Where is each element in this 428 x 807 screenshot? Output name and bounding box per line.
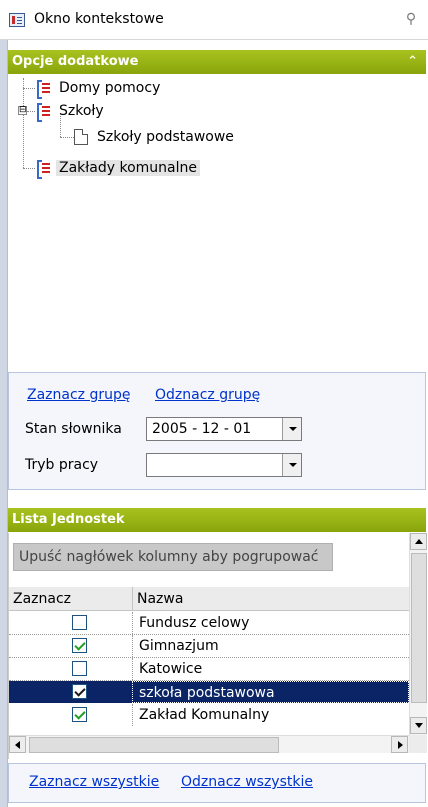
row-checkbox[interactable]: [72, 615, 87, 630]
name-cell[interactable]: Katowice: [132, 658, 409, 680]
list-icon: [36, 160, 52, 179]
dictionary-state-value: 2005 - 12 - 01: [152, 421, 252, 437]
window-title-bar: Okno kontekstowe ⚲: [0, 0, 428, 40]
tree-node-label: Szkoły: [59, 103, 104, 119]
select-group-link[interactable]: Zaznacz grupę: [27, 387, 130, 403]
options-panel: Zaznacz grupę Odznacz grupę Stan słownik…: [8, 372, 426, 490]
tree-connector: [60, 137, 74, 138]
tree-node-label: Domy pomocy: [59, 80, 161, 96]
document-icon: [74, 129, 88, 145]
row-checkbox[interactable]: [72, 684, 87, 699]
tree-node-szkoly[interactable]: Szkoły: [36, 101, 107, 122]
window-title: Okno kontekstowe: [34, 11, 164, 27]
tree-node-label: Zakłady komunalne: [56, 160, 200, 176]
unselect-all-link[interactable]: Odznacz wszystkie: [181, 774, 313, 790]
bottom-actions: Zaznacz wszystkie Odznacz wszystkie: [8, 763, 426, 803]
window-left-edge: [0, 40, 8, 807]
work-mode-label: Tryb pracy: [25, 457, 99, 473]
horizontal-scrollbar[interactable]: [9, 735, 409, 753]
name-cell[interactable]: szkoła podstawowa: [132, 681, 409, 703]
chevron-down-icon[interactable]: [282, 454, 301, 476]
table-row[interactable]: Katowice: [9, 658, 409, 680]
horizontal-scroll-thumb[interactable]: [29, 737, 279, 753]
group-by-hint: Upuść nagłówek kolumny aby pogrupować: [13, 543, 333, 571]
column-header-zaznacz[interactable]: Zaznacz: [9, 587, 132, 611]
name-cell[interactable]: Fundusz celowy: [132, 612, 409, 634]
tree-connector: [23, 88, 35, 89]
scroll-corner: [409, 735, 427, 753]
pin-icon[interactable]: ⚲: [402, 10, 420, 28]
chevron-down-icon[interactable]: [282, 418, 301, 440]
checkbox-cell[interactable]: [9, 658, 132, 680]
list-section-title: Lista Jednostek: [12, 512, 125, 527]
scroll-right-arrow-icon[interactable]: [391, 736, 408, 753]
collapse-node-icon[interactable]: ⊟: [18, 106, 27, 115]
tree-connector: [23, 168, 35, 169]
scroll-up-arrow-icon[interactable]: [410, 533, 427, 550]
units-grid: Upuść nagłówek kolumny aby pogrupować Za…: [8, 533, 427, 759]
category-tree: Domy pomocy ⊟ Szkoły Szkoły podstawowe Z…: [8, 74, 426, 370]
chevron-double-up-icon[interactable]: ⌃: [407, 50, 418, 74]
options-section-title: Opcje dodatkowe: [12, 54, 139, 69]
name-cell[interactable]: Gimnazjum: [132, 635, 409, 657]
group-by-area[interactable]: Upuść nagłówek kolumny aby pogrupować: [9, 533, 409, 587]
scroll-left-arrow-icon[interactable]: [9, 736, 26, 753]
tree-node-zaklady-komunalne[interactable]: Zakłady komunalne: [36, 158, 200, 179]
table-row[interactable]: Gimnazjum: [9, 635, 409, 657]
dictionary-state-label: Stan słownika: [25, 421, 122, 437]
window-list-icon: [9, 13, 25, 27]
vertical-scroll-thumb[interactable]: [411, 553, 427, 703]
tree-connector: [27, 111, 35, 112]
row-checkbox[interactable]: [72, 661, 87, 676]
options-section-header[interactable]: Opcje dodatkowe ⌃: [8, 50, 426, 74]
row-checkbox[interactable]: [72, 638, 87, 653]
dictionary-state-select[interactable]: 2005 - 12 - 01: [146, 417, 302, 441]
checkbox-cell[interactable]: [9, 612, 132, 634]
work-mode-select[interactable]: [146, 453, 302, 477]
table-row-selected[interactable]: szkoła podstawowa: [9, 681, 409, 703]
checkbox-cell[interactable]: [9, 681, 132, 703]
vertical-scrollbar[interactable]: [409, 533, 427, 735]
scroll-down-arrow-icon[interactable]: [410, 717, 427, 734]
tree-connector: [23, 78, 24, 168]
tree-node-label: Szkoły podstawowe: [97, 129, 234, 145]
column-header-nazwa[interactable]: Nazwa: [132, 587, 409, 611]
tree-node-domy-pomocy[interactable]: Domy pomocy: [36, 78, 163, 99]
context-window: Okno kontekstowe ⚲ Opcje dodatkowe ⌃ Dom…: [0, 0, 428, 807]
checkbox-cell[interactable]: [9, 704, 132, 726]
list-icon: [36, 80, 52, 99]
row-checkbox[interactable]: [72, 707, 87, 722]
list-section-header: Lista Jednostek: [8, 508, 426, 532]
list-icon: [36, 103, 52, 122]
unselect-group-link[interactable]: Odznacz grupę: [155, 387, 260, 403]
name-cell[interactable]: Zakład Komunalny: [132, 704, 409, 726]
checkbox-cell[interactable]: [9, 635, 132, 657]
table-row[interactable]: Zakład Komunalny: [9, 704, 409, 726]
table-row[interactable]: Fundusz celowy: [9, 612, 409, 634]
tree-node-szkoly-podstawowe[interactable]: Szkoły podstawowe: [74, 127, 237, 147]
select-all-link[interactable]: Zaznacz wszystkie: [29, 774, 159, 790]
